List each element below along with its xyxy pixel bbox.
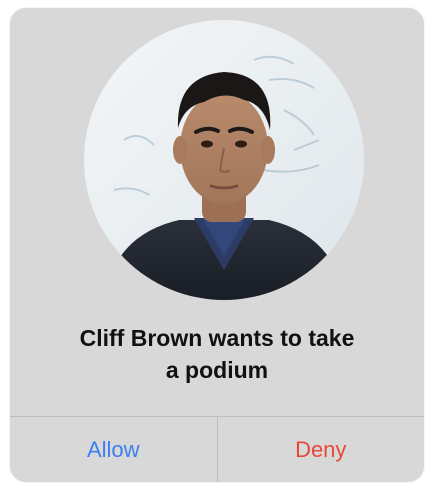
allow-button[interactable]: Allow — [10, 417, 218, 482]
deny-button[interactable]: Deny — [218, 417, 425, 482]
message-line-1: Cliff Brown wants to take — [79, 325, 355, 351]
profile-avatar — [84, 20, 364, 300]
message-line-2: a podium — [165, 357, 269, 383]
person-photo-icon — [84, 20, 364, 300]
dialog-actions: Allow Deny — [10, 416, 424, 482]
permission-dialog: Cliff Brown wants to take a podium Allow… — [10, 8, 424, 482]
permission-message: Cliff Brown wants to take a podium — [30, 322, 404, 386]
